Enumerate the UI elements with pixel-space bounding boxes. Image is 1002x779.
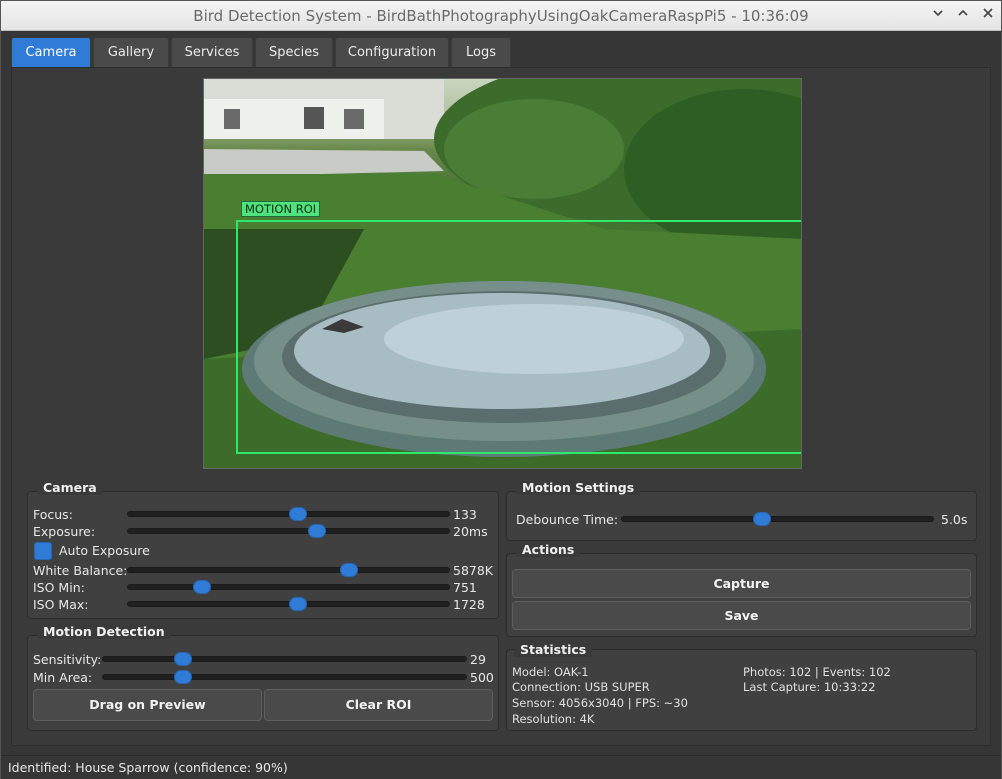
stat-resolution: Resolution: 4K <box>512 712 595 726</box>
white-balance-value: 5878K <box>453 563 494 578</box>
iso-max-label: ISO Max: <box>33 597 89 612</box>
stat-photos-events: Photos: 102 | Events: 102 <box>743 665 891 679</box>
window-title: Bird Detection System - BirdBathPhotogra… <box>193 7 809 25</box>
auto-exposure-label: Auto Exposure <box>59 543 150 558</box>
save-button[interactable]: Save <box>512 601 971 630</box>
iso-min-slider[interactable] <box>127 580 450 594</box>
stat-last-capture: Last Capture: 10:33:22 <box>743 680 876 694</box>
motion-detection-group-title: Motion Detection <box>37 624 171 639</box>
tab-configuration[interactable]: Configuration <box>335 37 449 67</box>
min-area-slider[interactable] <box>102 670 467 684</box>
app-window: Bird Detection System - BirdBathPhotogra… <box>0 0 1002 779</box>
sensitivity-slider-handle[interactable] <box>173 652 192 666</box>
motion-settings-group-title: Motion Settings <box>516 480 641 495</box>
drag-on-preview-button[interactable]: Drag on Preview <box>33 689 262 721</box>
exposure-value: 20ms <box>453 524 488 539</box>
focus-slider-handle[interactable] <box>289 507 308 521</box>
camera-group-title: Camera <box>37 480 103 495</box>
white-balance-label: White Balance: <box>33 563 128 578</box>
camera-preview[interactable]: MOTION ROI <box>203 78 802 469</box>
capture-button[interactable]: Capture <box>512 569 971 598</box>
iso-min-slider-handle[interactable] <box>192 580 211 594</box>
debounce-slider[interactable] <box>621 512 934 526</box>
stat-model: Model: OAK-1 <box>512 665 589 679</box>
status-bar: Identified: House Sparrow (confidence: 9… <box>1 755 1001 779</box>
iso-min-label: ISO Min: <box>33 580 85 595</box>
actions-group-title: Actions <box>516 542 581 557</box>
stat-connection: Connection: USB SUPER <box>512 680 650 694</box>
exposure-slider-handle[interactable] <box>308 524 327 538</box>
sensitivity-value: 29 <box>470 652 486 667</box>
sensitivity-slider[interactable] <box>102 652 467 666</box>
iso-max-value: 1728 <box>453 597 485 612</box>
stat-sensor: Sensor: 4056x3040 | FPS: ~30 <box>512 696 688 710</box>
iso-min-value: 751 <box>453 580 477 595</box>
auto-exposure-checkbox[interactable] <box>34 542 52 560</box>
sensitivity-label: Sensitivity: <box>33 652 102 667</box>
iso-max-slider-handle[interactable] <box>289 597 308 611</box>
min-area-slider-handle[interactable] <box>173 670 192 684</box>
tab-gallery[interactable]: Gallery <box>93 37 169 67</box>
close-icon[interactable] <box>978 6 998 26</box>
tab-services[interactable]: Services <box>171 37 253 67</box>
focus-value: 133 <box>453 507 477 522</box>
motion-roi-box[interactable] <box>236 220 801 454</box>
debounce-value: 5.0s <box>941 512 968 527</box>
exposure-label: Exposure: <box>33 524 96 539</box>
tab-logs[interactable]: Logs <box>451 37 511 67</box>
title-bar: Bird Detection System - BirdBathPhotogra… <box>1 1 1001 31</box>
white-balance-slider[interactable] <box>127 563 450 577</box>
focus-label: Focus: <box>33 507 73 522</box>
min-area-value: 500 <box>470 670 494 685</box>
tab-species[interactable]: Species <box>255 37 333 67</box>
chevron-down-icon[interactable] <box>928 6 948 26</box>
statistics-group-title: Statistics <box>514 642 593 657</box>
clear-roi-button[interactable]: Clear ROI <box>264 689 493 721</box>
debounce-label: Debounce Time: <box>516 512 619 527</box>
debounce-slider-handle[interactable] <box>752 512 771 526</box>
status-text: Identified: House Sparrow (confidence: 9… <box>8 760 288 775</box>
white-balance-slider-handle[interactable] <box>340 563 359 577</box>
exposure-slider[interactable] <box>127 524 450 538</box>
motion-roi-label: MOTION ROI <box>241 201 321 217</box>
iso-max-slider[interactable] <box>127 597 450 611</box>
tab-camera[interactable]: Camera <box>11 37 91 67</box>
focus-slider[interactable] <box>127 507 450 521</box>
min-area-label: Min Area: <box>33 670 93 685</box>
chevron-up-icon[interactable] <box>953 6 973 26</box>
